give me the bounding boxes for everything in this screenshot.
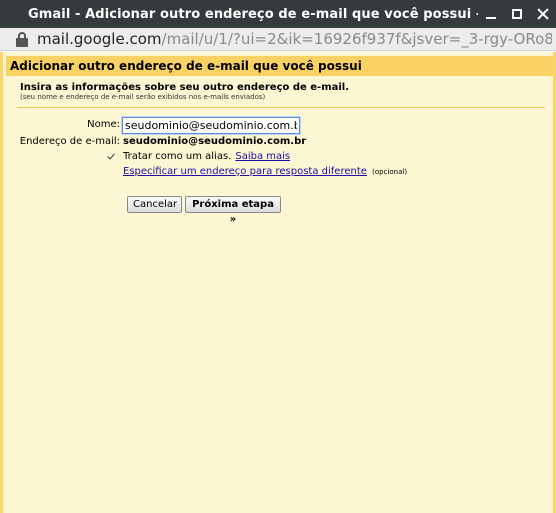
email-label: Endereço de e-mail: — [19, 136, 120, 147]
window-titlebar: Gmail - Adicionar outro endereço de e-ma… — [0, 0, 556, 28]
next-step-button[interactable]: Próxima etapa » — [185, 196, 281, 225]
url-path: /mail/u/1/?ui=2&ik=16926f937f&jsver=_3-r… — [161, 30, 552, 48]
cancel-button[interactable]: Cancelar — [127, 196, 182, 213]
url-text[interactable]: mail.google.com/mail/u/1/?ui=2&ik=16926f… — [37, 30, 552, 48]
reply-row: Especificar um endereço para resposta di… — [123, 166, 407, 177]
maximize-icon — [512, 9, 522, 19]
minimize-button[interactable] — [478, 0, 504, 28]
learn-more-link[interactable]: Saiba mais — [235, 151, 290, 162]
maximize-button[interactable] — [504, 0, 530, 28]
url-host: mail.google.com — [37, 30, 162, 48]
lock-icon — [13, 29, 33, 49]
name-label: Nome: — [87, 119, 120, 130]
alias-label: Tratar como um alias. — [123, 151, 232, 162]
intro-sub-text: (seu nome e endereço de e-mail serão exi… — [20, 93, 266, 101]
dialog-content: Adicionar outro endereço de e-mail que v… — [0, 52, 556, 513]
alias-checkbox[interactable] — [107, 152, 116, 161]
alias-row: Tratar como um alias. Saiba mais — [107, 151, 290, 162]
dialog-header: Adicionar outro endereço de e-mail que v… — [6, 56, 553, 76]
close-button[interactable] — [530, 0, 556, 28]
divider — [17, 107, 545, 108]
intro-main-text: Insira as informações sobre seu outro en… — [20, 82, 350, 93]
reply-to-link[interactable]: Especificar um endereço para resposta di… — [123, 166, 367, 177]
minimize-icon — [486, 17, 496, 19]
intro-block: Insira as informações sobre seu outro en… — [20, 82, 349, 101]
close-icon — [537, 8, 549, 20]
window-title: Gmail - Adicionar outro endereço de e-ma… — [28, 6, 478, 22]
email-value: seudominio@seudominio.com.br — [123, 136, 307, 147]
url-bar[interactable]: mail.google.com/mail/u/1/?ui=2&ik=16926f… — [0, 28, 556, 51]
optional-label: (opcional) — [372, 168, 408, 176]
name-input[interactable] — [122, 117, 300, 134]
